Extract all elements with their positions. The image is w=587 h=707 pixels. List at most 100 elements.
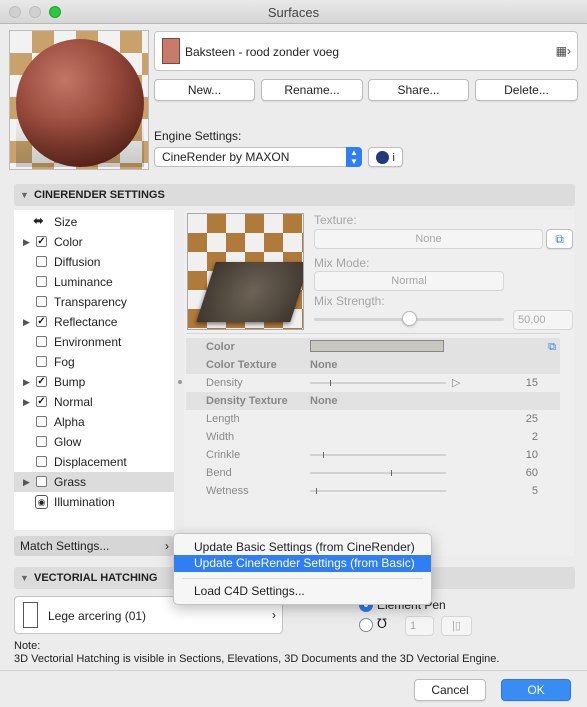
disclosure-triangle-icon[interactable]: ▶: [23, 232, 30, 252]
new-button[interactable]: New...: [154, 79, 255, 101]
prop-density-row[interactable]: Density ▷ 15: [186, 374, 560, 392]
channel-label: Bump: [54, 375, 86, 389]
prop-name: Crinkle: [206, 449, 241, 461]
prop-name: Color: [206, 341, 235, 353]
expand-arrow-icon[interactable]: ▷: [452, 374, 460, 392]
channel-size[interactable]: ⬌ Size: [14, 212, 174, 232]
rename-button[interactable]: Rename...: [261, 79, 363, 101]
prop-name: Wetness: [206, 485, 249, 497]
channel-color[interactable]: ▶ ✓ Color: [14, 232, 174, 252]
channel-alpha[interactable]: Alpha: [14, 412, 174, 432]
prop-wetness-row[interactable]: Wetness 5: [186, 482, 560, 500]
channel-transparency[interactable]: Transparency: [14, 292, 174, 312]
color-picker-icon[interactable]: ⧉: [548, 338, 556, 356]
prop-width-row[interactable]: Width 2: [186, 428, 560, 446]
engine-info-button[interactable]: i: [368, 147, 403, 167]
menu-separator: [182, 578, 423, 579]
texture-label: Texture:: [314, 213, 357, 227]
sphere-render: [16, 39, 144, 167]
ok-button[interactable]: OK: [501, 679, 571, 701]
pen-number-field[interactable]: 1: [405, 616, 434, 636]
cinerender-section-header[interactable]: ▼ CINERENDER SETTINGS: [14, 184, 575, 206]
wetness-slider[interactable]: [310, 488, 446, 494]
channel-checkbox[interactable]: ✓: [36, 236, 47, 247]
surface-preview-sphere: [9, 30, 149, 170]
prop-bend-row[interactable]: Bend 60: [186, 464, 560, 482]
channel-checkbox[interactable]: [36, 336, 47, 347]
channel-grass[interactable]: ▶ Grass: [14, 472, 174, 492]
prop-color-texture-row[interactable]: Color Texture None: [186, 356, 560, 374]
note-label: Note:: [14, 640, 41, 652]
channel-luminance[interactable]: Luminance: [14, 272, 174, 292]
channel-fog[interactable]: Fog: [14, 352, 174, 372]
channel-checkbox[interactable]: [36, 456, 47, 467]
pane-splitter[interactable]: [176, 210, 184, 556]
prop-name: Color Texture: [206, 359, 277, 371]
bend-slider[interactable]: [310, 470, 446, 476]
engine-settings-label: Engine Settings:: [154, 129, 242, 143]
delete-button[interactable]: Delete...: [475, 79, 578, 101]
prop-color-row[interactable]: Color ⧉: [186, 338, 560, 356]
channel-checkbox[interactable]: [36, 296, 47, 307]
channel-diffusion[interactable]: Diffusion: [14, 252, 174, 272]
share-button[interactable]: Share...: [368, 79, 469, 101]
channel-checkbox[interactable]: ✓: [36, 316, 47, 327]
disclosure-triangle-icon[interactable]: ▶: [23, 372, 30, 392]
channel-bump[interactable]: ▶ ✓ Bump: [14, 372, 174, 392]
window-title: Surfaces: [267, 5, 320, 20]
grass-properties-table: Color ⧉ Color Texture None Density ▷ 15 …: [186, 338, 560, 502]
prop-number: 10: [525, 449, 538, 461]
channel-reflectance[interactable]: ▶ ✓ Reflectance: [14, 312, 174, 332]
crinkle-slider[interactable]: [310, 452, 446, 458]
menu-item-update-basic[interactable]: Update Basic Settings (from CineRender): [174, 539, 431, 556]
custom-pen-radio[interactable]: [359, 618, 373, 632]
pen-icon: ℧: [377, 616, 387, 631]
texture-field[interactable]: None: [314, 229, 543, 249]
channel-checkbox[interactable]: [36, 356, 47, 367]
collapse-triangle-icon: ▼: [20, 573, 29, 583]
channel-label: Illumination: [54, 495, 115, 509]
cinema4d-icon: [376, 151, 390, 165]
channel-displacement[interactable]: Displacement: [14, 452, 174, 472]
channel-label: Reflectance: [54, 315, 118, 329]
mix-strength-field[interactable]: 50,00: [513, 310, 573, 330]
channel-label: Environment: [54, 335, 122, 349]
match-settings-button[interactable]: Match Settings... ›: [14, 536, 174, 556]
channel-glow[interactable]: Glow: [14, 432, 174, 452]
channel-checkbox[interactable]: [36, 276, 47, 287]
channel-normal[interactable]: ▶ ✓ Normal: [14, 392, 174, 412]
prop-length-row[interactable]: Length 25: [186, 410, 560, 428]
density-slider[interactable]: [310, 380, 446, 386]
prop-crinkle-row[interactable]: Crinkle 10: [186, 446, 560, 464]
prop-density-texture-row[interactable]: Density Texture None: [186, 392, 560, 410]
prop-name: Bend: [206, 467, 232, 479]
texture-browse-icon[interactable]: ⧉: [546, 229, 573, 249]
menu-item-update-cinerender[interactable]: Update CineRender Settings (from Basic): [174, 555, 431, 572]
grass-color-swatch[interactable]: [310, 340, 444, 352]
channel-environment[interactable]: Environment: [14, 332, 174, 352]
disclosure-triangle-icon[interactable]: ▶: [23, 472, 30, 492]
disclosure-triangle-icon[interactable]: ▶: [23, 392, 30, 412]
prop-number: 2: [531, 431, 538, 443]
mix-strength-knob[interactable]: [402, 311, 417, 326]
channel-checkbox[interactable]: [36, 476, 47, 487]
channel-checkbox[interactable]: [36, 256, 47, 267]
prop-number: 60: [525, 467, 538, 479]
mix-mode-select[interactable]: Normal: [314, 271, 504, 291]
pen-color-button[interactable]: |▯: [441, 616, 472, 636]
channel-checkbox[interactable]: [36, 416, 47, 427]
channel-checkbox[interactable]: ✓: [36, 376, 47, 387]
channel-list: ⬌ Size ▶ ✓ Color Diffusion Luminance Tra…: [14, 210, 174, 530]
surface-picker-icon[interactable]: ▦›: [556, 44, 571, 58]
channel-checkbox[interactable]: [36, 436, 47, 447]
surface-selector[interactable]: Baksteen - rood zonder voeg ▦›: [154, 31, 578, 71]
channel-illumination[interactable]: ◉ Illumination: [14, 492, 174, 512]
channel-label: Size: [54, 215, 78, 229]
channel-checkbox[interactable]: ✓: [36, 396, 47, 407]
disclosure-triangle-icon[interactable]: ▶: [23, 312, 30, 332]
engine-select[interactable]: CineRender by MAXON ▲ ▼: [154, 147, 362, 167]
cancel-button[interactable]: Cancel: [414, 679, 486, 701]
menu-item-load-c4d[interactable]: Load C4D Settings...: [174, 583, 431, 600]
hatching-section-title: VECTORIAL HATCHING: [34, 572, 158, 584]
chevron-right-icon: ›: [165, 539, 169, 553]
